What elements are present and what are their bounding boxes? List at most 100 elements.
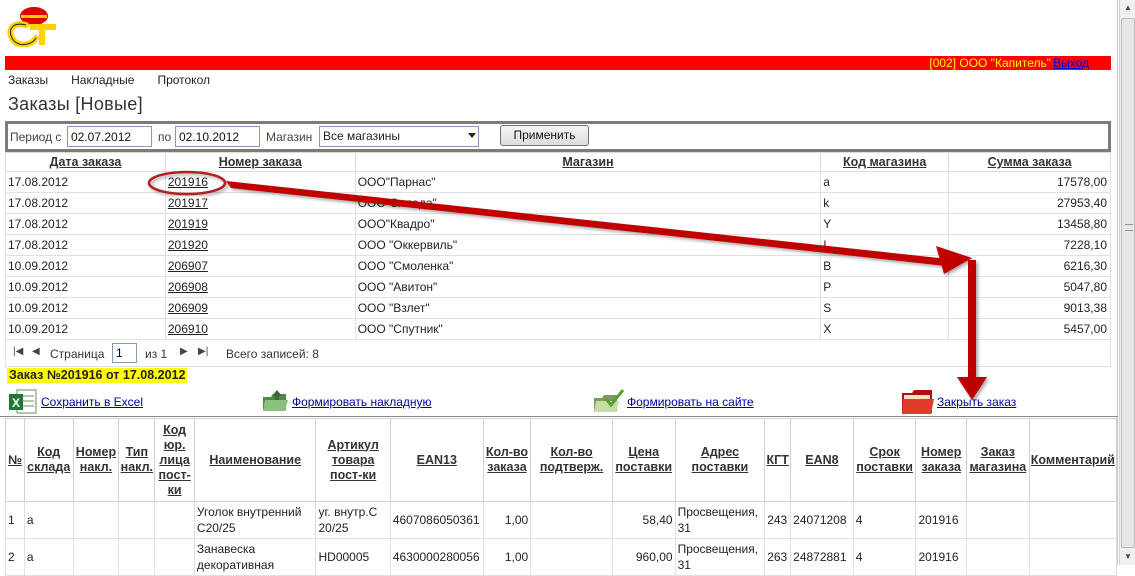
col-comment[interactable]: Комментарий [1028, 418, 1118, 502]
col-item-name[interactable]: Наименование [193, 418, 317, 502]
detail-warehouse: a [23, 538, 74, 576]
detail-address: Просвещения, 31 [674, 538, 766, 576]
order-store-code: X [820, 318, 950, 340]
orders-header-row: Дата заказа Номер заказа Магазин Код маг… [5, 152, 1111, 172]
table-row[interactable]: 17.08.2012 201920 ООО "Оккервиль" I 7228… [5, 234, 1111, 256]
order-number-link[interactable]: 206910 [168, 322, 208, 336]
col-supply-price[interactable]: Цена поставки [611, 418, 676, 502]
table-row[interactable]: 10.09.2012 206910 ООО "Спутник" X 5457,0… [5, 318, 1111, 340]
col-supplier-article[interactable]: Артикул товара пост-ки [315, 418, 391, 502]
svg-text:X: X [12, 396, 20, 410]
order-number-link[interactable]: 201917 [168, 196, 208, 210]
next-page-icon[interactable]: ▶ [180, 346, 188, 357]
order-date: 10.09.2012 [5, 297, 166, 319]
scroll-thumb[interactable] [1121, 18, 1135, 548]
order-store-code: I [820, 234, 950, 256]
table-row[interactable]: 17.08.2012 201919 ООО"Квадро" Y 13458,80 [5, 213, 1111, 235]
form-on-site-link[interactable]: Формировать на сайте [627, 395, 754, 409]
orders-table: Дата заказа Номер заказа Магазин Код маг… [5, 152, 1111, 340]
folder-red-icon [902, 390, 934, 414]
logo-icon [7, 7, 56, 47]
col-ean13[interactable]: EAN13 [389, 418, 484, 502]
date-from-input[interactable] [67, 126, 152, 147]
page-input[interactable] [112, 343, 137, 363]
col-order-date[interactable]: Дата заказа [5, 152, 166, 172]
order-details-table: № Код склада Номер накл. Тип накл. Код ю… [5, 418, 1118, 576]
vertical-scrollbar[interactable]: ▲ ▼ [1119, 0, 1135, 565]
scroll-up-icon[interactable]: ▲ [1121, 0, 1135, 16]
form-invoice-link[interactable]: Формировать накладную [292, 395, 432, 409]
first-page-icon[interactable]: |◀ [13, 346, 23, 357]
order-sum: 5457,00 [948, 318, 1111, 340]
date-to-input[interactable] [175, 126, 260, 147]
menu-item-orders[interactable]: Заказы [8, 73, 48, 87]
order-store-code: k [820, 192, 950, 214]
logout-link[interactable]: Выход [1053, 57, 1089, 70]
order-number-link[interactable]: 206908 [168, 280, 208, 294]
order-store: ООО "Оккервиль" [354, 234, 822, 256]
prev-page-icon[interactable]: ◀ [32, 346, 40, 357]
col-row-number[interactable]: № [5, 418, 25, 502]
main-menu: Заказы Накладные Протокол [8, 73, 210, 87]
detail-number: 1 [5, 501, 25, 539]
col-ean8[interactable]: EAN8 [790, 418, 854, 502]
order-sum: 13458,80 [948, 213, 1111, 235]
order-number-link[interactable]: 201919 [168, 217, 208, 231]
apply-button[interactable]: Применить [500, 125, 589, 146]
close-order-link[interactable]: Закрыть заказ [937, 395, 1016, 409]
order-store-code: P [820, 276, 950, 298]
col-order-qty[interactable]: Кол-во заказа [482, 418, 532, 502]
order-number-link[interactable]: 201916 [168, 175, 208, 189]
period-to-label: по [158, 130, 172, 144]
col-kgt[interactable]: КГТ [764, 418, 792, 502]
col-warehouse-code[interactable]: Код склада [23, 418, 74, 502]
col-invoice-type[interactable]: Тип накл. [118, 418, 156, 502]
table-row[interactable]: 10.09.2012 206909 ООО "Взлет" S 9013,38 [5, 297, 1111, 319]
detail-kgt: 263 [764, 538, 792, 576]
table-row[interactable]: 1 a Уголок внутренний С20/25 уг. внутр.С… [5, 501, 1118, 539]
col-order-sum[interactable]: Сумма заказа [948, 152, 1111, 172]
order-date: 10.09.2012 [5, 318, 166, 340]
store-select[interactable]: Все магазины [319, 126, 479, 147]
detail-kgt: 243 [764, 501, 792, 539]
col-invoice-number[interactable]: Номер накл. [72, 418, 120, 502]
menu-item-invoices[interactable]: Накладные [71, 73, 134, 87]
detail-term: 4 [852, 538, 917, 576]
table-row[interactable]: 17.08.2012 201916 ООО"Парнас" a 17578,00 [5, 171, 1111, 193]
save-to-excel-link[interactable]: Сохранить в Excel [41, 395, 143, 409]
detail-confirmed [530, 501, 613, 539]
order-sum: 5047,80 [948, 276, 1111, 298]
table-row[interactable]: 10.09.2012 206907 ООО "Смоленка" B 6216,… [5, 255, 1111, 277]
scroll-down-icon[interactable]: ▼ [1121, 549, 1135, 565]
col-order-number[interactable]: Номер заказа [164, 152, 356, 172]
detail-address: Просвещения, 31 [674, 501, 766, 539]
detail-type [118, 538, 156, 576]
current-user: [002] ООО "Капитель" [929, 56, 1051, 70]
menu-item-log[interactable]: Протокол [157, 73, 210, 87]
col-order-number[interactable]: Номер заказа [915, 418, 967, 502]
folder-check-icon [594, 389, 625, 412]
col-confirmed-qty[interactable]: Кол-во подтверж. [530, 418, 613, 502]
order-store-code: Y [820, 213, 950, 235]
order-number-link[interactable]: 206907 [168, 259, 208, 273]
col-legal-entity-code[interactable]: Код юр. лица пост-ки [154, 418, 195, 502]
order-store: ООО "Спутник" [354, 318, 822, 340]
last-page-icon[interactable]: ▶| [198, 346, 208, 357]
table-row[interactable]: 2 a Занавеска декоративная HD00005 46300… [5, 538, 1118, 576]
col-store[interactable]: Магазин [354, 152, 822, 172]
detail-qty: 1,00 [482, 538, 532, 576]
divider [0, 416, 1118, 417]
table-row[interactable]: 10.09.2012 206908 ООО "Авитон" P 5047,80 [5, 276, 1111, 298]
order-store: ООО"Квадро" [354, 213, 822, 235]
total-records: Всего записей: 8 [226, 347, 319, 361]
table-row[interactable]: 17.08.2012 201917 ООО"Эллада" k 27953,40 [5, 192, 1111, 214]
order-number-link[interactable]: 201920 [168, 238, 208, 252]
order-store-code: B [820, 255, 950, 277]
col-delivery-term[interactable]: Срок поставки [852, 418, 917, 502]
detail-order: 201916 [915, 501, 967, 539]
order-number-link[interactable]: 206909 [168, 301, 208, 315]
store-select-value: Все магазины [323, 129, 401, 143]
col-delivery-address[interactable]: Адрес поставки [674, 418, 766, 502]
col-store-code[interactable]: Код магазина [820, 152, 950, 172]
col-shop-order[interactable]: Заказ магазина [965, 418, 1030, 502]
